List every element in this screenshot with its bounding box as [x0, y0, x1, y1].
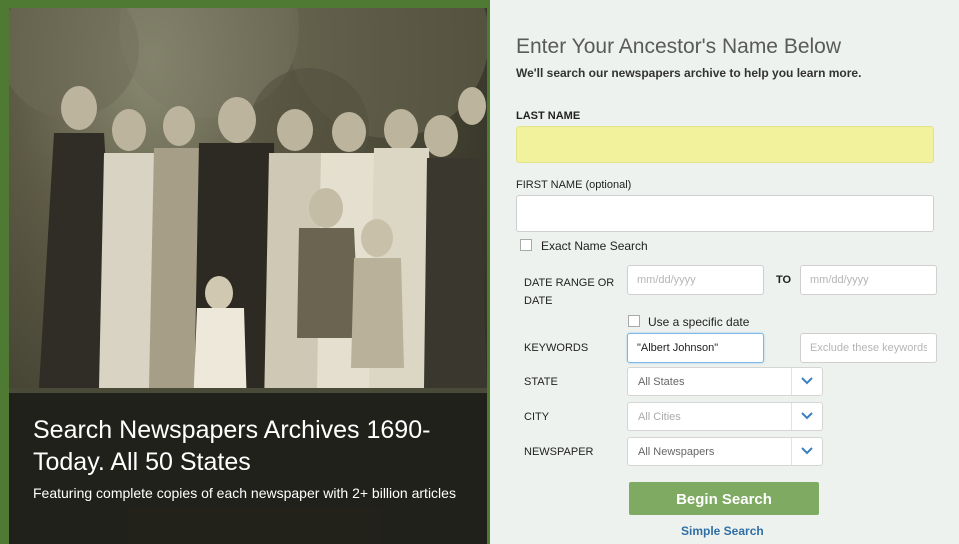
date-to-label: TO	[776, 274, 792, 286]
city-select[interactable]: All Cities	[627, 402, 823, 431]
promo-title: Search Newspapers Archives 1690-Today. A…	[33, 416, 431, 476]
state-dropdown-toggle[interactable]	[791, 368, 822, 395]
first-name-input[interactable]	[516, 195, 934, 232]
last-name-label: LAST NAME	[516, 110, 581, 122]
exact-name-checkbox[interactable]	[520, 239, 532, 251]
ancestor-search-form: Enter Your Ancestor's Name Below We'll s…	[490, 0, 959, 544]
promo-caption: Search Newspapers Archives 1690-Today. A…	[9, 393, 487, 544]
form-title: Enter Your Ancestor's Name Below	[516, 35, 842, 58]
newspaper-dropdown-toggle[interactable]	[791, 438, 822, 465]
begin-search-button[interactable]: Begin Search	[629, 482, 819, 515]
city-label: CITY	[524, 411, 550, 423]
state-select-value: All States	[638, 376, 685, 388]
chevron-down-icon	[801, 412, 813, 420]
date-range-label: DATE RANGE OR DATE	[524, 277, 615, 307]
last-name-input[interactable]	[516, 126, 934, 163]
keywords-label: KEYWORDS	[524, 342, 589, 354]
state-label: STATE	[524, 376, 558, 388]
promo-subtitle: Featuring complete copies of each newspa…	[33, 485, 456, 501]
exact-name-label: Exact Name Search	[541, 239, 648, 253]
hero-panel: Search Newspapers Archives 1690-Today. A…	[0, 0, 490, 544]
first-name-label: FIRST NAME (optional)	[516, 179, 632, 191]
date-to-input[interactable]	[800, 265, 937, 295]
family-photo: Search Newspapers Archives 1690-Today. A…	[9, 8, 487, 544]
exclude-keywords-input[interactable]	[800, 333, 937, 363]
date-from-input[interactable]	[627, 265, 764, 295]
keywords-input[interactable]	[627, 333, 764, 363]
specific-date-label: Use a specific date	[648, 315, 750, 329]
simple-search-link[interactable]: Simple Search	[681, 524, 764, 538]
newspaper-select[interactable]: All Newspapers	[627, 437, 823, 466]
specific-date-checkbox[interactable]	[628, 315, 640, 327]
newspaper-select-value: All Newspapers	[638, 446, 715, 458]
chevron-down-icon	[801, 377, 813, 385]
newspaper-label: NEWSPAPER	[524, 446, 594, 458]
form-subtitle: We'll search our newspapers archive to h…	[516, 66, 862, 80]
city-dropdown-toggle[interactable]	[791, 403, 822, 430]
city-select-value: All Cities	[638, 411, 681, 423]
state-select[interactable]: All States	[627, 367, 823, 396]
chevron-down-icon	[801, 447, 813, 455]
